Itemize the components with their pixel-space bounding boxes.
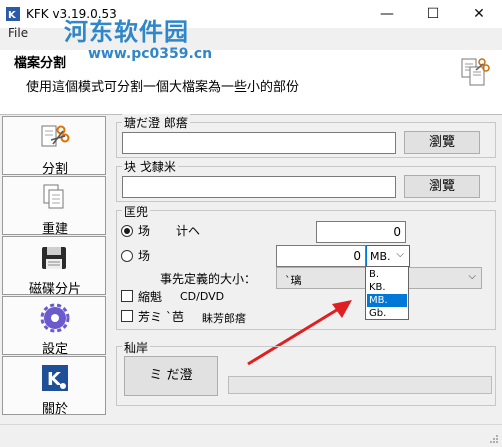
source-file-legend: 瑭だ澄 郎瘩 [122,114,190,131]
target-folder-input[interactable] [122,176,396,198]
sidebar-item-label: 磁碟分片 [28,282,81,297]
split-by-size-radio[interactable] [121,250,133,262]
unit-option-b[interactable]: B. [367,268,407,281]
sidebar-item-label: 分割 [41,162,68,177]
cd-dvd-checkbox[interactable] [121,290,133,302]
progress-bar [228,376,492,394]
chevron-down-icon: ⌵ [396,249,404,260]
resize-grip-icon[interactable] [489,434,499,444]
sidebar-item-label: 關於 [41,402,68,417]
maximize-button[interactable]: ☐ [410,0,456,28]
sidebar-item-label: 設定 [41,342,68,357]
sidebar-item-settings[interactable]: 設定 [2,296,106,357]
part-count-input[interactable]: 0 [316,221,406,243]
close-button[interactable]: ✕ [456,0,502,28]
sidebar-item-label: 重建 [41,222,68,237]
cd-dvd-label: 縮魁 [138,290,163,304]
files-icon [43,184,64,209]
unit-option-gb[interactable]: Gb. [367,307,407,320]
sidebar-item-rebuild[interactable]: 重建 [2,176,106,237]
split-by-size-label: 场 [138,249,151,263]
page-title: 檔案分割 [14,56,67,71]
unit-dropdown-list: B. KB. MB. Gb. [365,266,409,320]
unit-option-kb[interactable]: KB. [367,281,407,294]
options-legend: 匡兜 [122,203,151,220]
minimize-button[interactable]: — [364,0,410,28]
scissors-icon [41,125,70,147]
unit-option-mb[interactable]: MB. [367,294,407,307]
target-folder-legend: 块 戈隸米 [122,158,178,175]
watermark-title: 河东软件园 [64,17,189,46]
progress-legend: 秈岸 [122,339,151,356]
cd-dvd-extra: CD/DVD [180,290,225,303]
misc-option-checkbox[interactable] [121,310,133,322]
gear-icon [40,303,70,333]
sidebar-item-split[interactable]: 分割 [2,116,106,177]
kfk-logo-icon: K [42,365,68,391]
watermark-url: www.pc0359.cn [88,46,213,62]
misc-option-label: 芳ミ `芭 [138,310,184,324]
status-bar [0,424,502,447]
source-browse-button[interactable]: 瀏覽 [404,131,480,154]
file-menu[interactable]: File [8,26,28,40]
unit-select-value: MB. [370,250,391,263]
page-subtitle: 使用這個模式可分割一個大檔案為一些小的部份 [26,80,300,95]
part-size-input[interactable]: 0 [276,245,366,267]
unit-select[interactable]: MB. ⌵ [366,245,410,267]
svg-text:K: K [47,369,62,390]
svg-text:K: K [8,10,17,21]
predefined-size-label: 事先定義的大小： [160,272,257,286]
sidebar-item-disk-span[interactable]: 磁碟分片 [2,236,106,297]
split-by-count-radio[interactable] [121,225,133,237]
sidebar-item-about[interactable]: K 關於 [2,356,106,417]
sidebar: 分割 重建 磁碟分片 設定 K 關於 [2,116,108,418]
source-file-input[interactable] [122,132,396,154]
chevron-down-icon: ⌵ [468,271,476,282]
app-icon: K [6,7,20,21]
start-split-button[interactable]: ミ だ澄 [124,356,218,396]
predefined-size-value: `璃 [285,274,302,287]
split-by-count-label: 场 [138,224,151,238]
disk-icon [42,247,66,269]
split-by-count-suffix: 计ヘ [176,224,201,238]
split-file-icon [461,58,490,86]
target-browse-button[interactable]: 瀏覽 [404,175,480,198]
